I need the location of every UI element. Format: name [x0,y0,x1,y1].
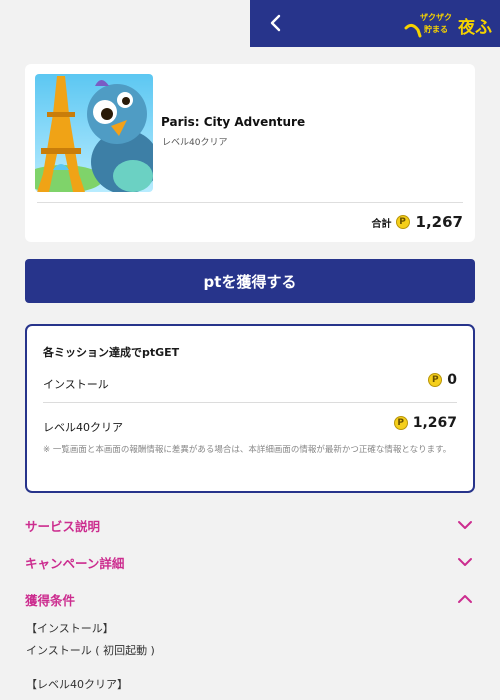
divider [37,202,463,203]
chevron-left-icon [270,14,281,32]
total-label: 合計 [371,218,392,230]
app-thumbnail[interactable] [35,74,153,192]
mission-value: 0 [447,372,457,388]
chevron-down-icon [458,521,472,529]
mission-points: P 0 [428,372,457,388]
missions-heading: 各ミッション達成でptGET [43,346,180,359]
mission-points: P 1,267 [393,415,457,431]
mission-value: 1,267 [412,415,457,431]
point-coin-icon: P [395,215,410,229]
chevron-up-icon [458,595,472,603]
app-title: Paris: City Adventure [161,115,306,129]
app-card: Paris: City Adventure レベル40クリア 合計 P 1,26… [25,64,475,242]
section-title: サービス説明 [25,518,101,534]
back-button[interactable] [264,11,288,35]
condition-heading: 【インストール】 [26,622,114,635]
logo: ザクザク 貯まる 夜ふ [404,12,492,38]
section-earning-conditions[interactable]: 獲得条件 [25,589,475,609]
section-title: キャンペーン詳細 [25,555,125,571]
mission-row: レベル40クリア P 1,267 [43,415,457,437]
point-coin-icon: P [393,416,408,430]
disclaimer-note: ※ 一覧画面と本画面の報酬情報に差異がある場合は、本詳細画面の情報が最新かつ正確… [43,445,452,455]
condition-heading: 【レベル40クリア】 [26,678,128,691]
svg-text:夜ふ: 夜ふ [457,17,492,38]
section-service-description[interactable]: サービス説明 [25,515,475,535]
mission-row: インストール P 0 [43,372,457,394]
total-value: 1,267 [415,213,463,231]
mission-name: レベル40クリア [43,421,123,434]
svg-text:ザクザク: ザクザク [420,12,452,22]
section-title: 獲得条件 [25,592,76,608]
condition-text: インストール ( 初回起動 ) [26,644,155,657]
total-points: 合計 P 1,267 [372,212,463,232]
svg-text:貯まる: 貯まる [424,24,448,34]
get-points-button[interactable]: ptを獲得する [25,259,475,303]
missions-box: 各ミッション達成でptGET インストール P 0 レベル40クリア P 1,2… [25,324,475,493]
mission-name: インストール [43,378,109,391]
point-coin-icon: P [428,373,443,387]
app-subtitle: レベル40クリア [162,138,228,148]
section-campaign-details[interactable]: キャンペーン詳細 [25,552,475,572]
divider [43,402,457,403]
chevron-down-icon [458,558,472,566]
header-bar: ザクザク 貯まる 夜ふ [250,0,500,47]
